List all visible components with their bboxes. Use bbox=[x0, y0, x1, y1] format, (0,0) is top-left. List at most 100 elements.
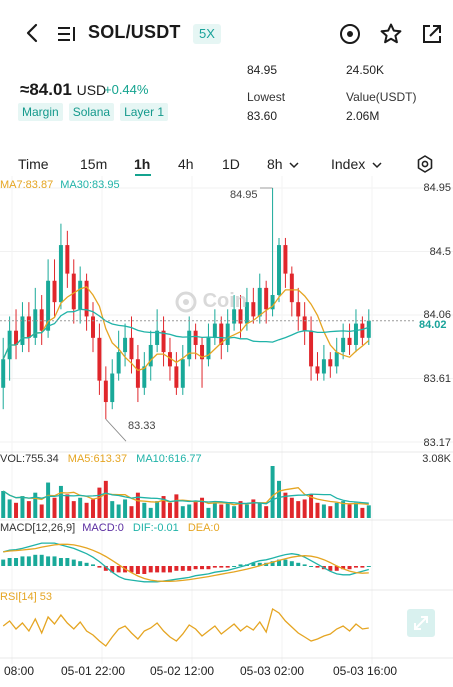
expand-icon bbox=[414, 616, 428, 630]
volume-bar bbox=[58, 485, 63, 518]
volume-bar bbox=[174, 494, 179, 518]
macd-bar bbox=[148, 566, 153, 573]
tab-1d[interactable]: 1D bbox=[222, 156, 240, 172]
leverage-badge: 5X bbox=[193, 24, 221, 44]
volume-bar bbox=[123, 499, 128, 518]
candle-body bbox=[116, 352, 121, 374]
tag-list: Margin Solana Layer 1 bbox=[18, 103, 169, 121]
volume-bar bbox=[14, 502, 19, 518]
candle-body bbox=[321, 359, 326, 374]
target-icon[interactable] bbox=[338, 22, 362, 46]
macd-legend: MACD[12,26,9] MACD:0 DIF:-0.01 DEA:0 bbox=[0, 522, 220, 534]
tag-solana[interactable]: Solana bbox=[68, 103, 115, 121]
share-icon[interactable] bbox=[420, 22, 444, 46]
candle-body bbox=[39, 309, 44, 331]
macd-bar bbox=[65, 558, 70, 566]
volume-bar bbox=[212, 502, 217, 518]
back-icon[interactable] bbox=[22, 22, 44, 44]
tab-8h[interactable]: 8h bbox=[267, 156, 299, 172]
macd-bar bbox=[167, 566, 172, 573]
candle-body bbox=[264, 287, 269, 310]
candle-body bbox=[360, 323, 365, 338]
macd-params: MACD[12,26,9] bbox=[0, 522, 76, 534]
list-icon[interactable] bbox=[57, 24, 79, 44]
macd-bar bbox=[200, 566, 205, 570]
macd-bar bbox=[174, 566, 179, 571]
candle-body bbox=[212, 323, 217, 338]
usd-price-value: ≈84.01 bbox=[20, 80, 72, 99]
volume-bar bbox=[302, 499, 307, 518]
candle-body bbox=[341, 337, 346, 353]
tab-8h-label: 8h bbox=[267, 156, 283, 172]
axis-price-4: 83.61 bbox=[423, 373, 451, 385]
macd-bar bbox=[78, 561, 83, 566]
volume-bar bbox=[78, 497, 83, 518]
tab-index[interactable]: Index bbox=[331, 156, 382, 172]
ma7-legend: MA7:83.87 bbox=[0, 179, 54, 191]
macd-bar bbox=[360, 566, 365, 568]
ma-legend: MA7:83.87 MA30:83.95 bbox=[0, 179, 120, 191]
tab-time[interactable]: Time bbox=[18, 156, 49, 172]
x-label-3: 05-02 12:00 bbox=[150, 664, 215, 678]
macd-bar bbox=[219, 566, 224, 568]
kline-chart[interactable] bbox=[0, 176, 453, 664]
candle-body bbox=[302, 316, 307, 331]
candle-body bbox=[296, 302, 301, 317]
volume-bar bbox=[347, 504, 352, 518]
x-label-5: 05-03 16:00 bbox=[333, 664, 398, 678]
candle-body bbox=[135, 359, 140, 388]
candle-body bbox=[283, 245, 288, 274]
macd-bar bbox=[315, 566, 320, 568]
high-value: 84.95 bbox=[247, 63, 278, 77]
candle-body bbox=[148, 344, 153, 367]
tab-1h[interactable]: 1h bbox=[134, 156, 150, 172]
macd-bar bbox=[225, 566, 230, 568]
candle-body bbox=[91, 316, 95, 338]
volume-bar bbox=[296, 501, 301, 518]
ma30-line bbox=[2, 308, 370, 360]
volume-bar bbox=[366, 505, 371, 518]
candle-body bbox=[26, 316, 31, 338]
volume-bar bbox=[206, 507, 211, 518]
axis-vol-max: 3.08K bbox=[422, 453, 451, 465]
tag-margin[interactable]: Margin bbox=[18, 103, 63, 121]
pair-title[interactable]: SOL/USDT bbox=[88, 22, 181, 43]
dea-value: DEA:0 bbox=[187, 522, 220, 534]
ma30-legend: MA30:83.95 bbox=[60, 179, 120, 191]
volume-bar bbox=[289, 497, 294, 518]
volume-bar bbox=[180, 506, 185, 518]
tab-15m[interactable]: 15m bbox=[80, 156, 107, 172]
lowest-value: 83.60 bbox=[247, 109, 278, 123]
macd-bar bbox=[33, 554, 38, 566]
candle-body bbox=[353, 323, 358, 345]
chevron-down-icon bbox=[289, 162, 299, 169]
tab-4h[interactable]: 4h bbox=[178, 156, 194, 172]
macd-bar bbox=[353, 566, 358, 568]
volume-bar bbox=[270, 466, 275, 518]
x-label-2: 05-01 22:00 bbox=[61, 664, 126, 678]
value-usdt-label: Value(USDT) bbox=[346, 90, 417, 104]
candle-body bbox=[225, 323, 230, 345]
macd-value: MACD:0 bbox=[82, 522, 124, 534]
star-icon[interactable] bbox=[379, 22, 403, 46]
axis-price-2: 84.5 bbox=[429, 246, 451, 258]
macd-bar bbox=[7, 558, 12, 566]
candle-body bbox=[251, 302, 256, 317]
watermark-text: Coin bbox=[202, 290, 247, 312]
candle-body bbox=[347, 337, 352, 345]
candle-body bbox=[1, 359, 6, 388]
expand-button[interactable] bbox=[407, 609, 435, 637]
settings-icon[interactable] bbox=[416, 155, 434, 173]
volume-bar bbox=[187, 504, 192, 518]
macd-bar bbox=[366, 566, 371, 567]
volume-bar bbox=[20, 496, 25, 518]
dif-line bbox=[3, 542, 369, 583]
tag-layer1[interactable]: Layer 1 bbox=[120, 103, 169, 121]
lowest-label: Lowest bbox=[247, 90, 286, 104]
volume-bar bbox=[84, 502, 89, 518]
volume-bar bbox=[7, 499, 12, 518]
candle-body bbox=[180, 359, 185, 388]
candle-body bbox=[334, 352, 339, 367]
macd-bar bbox=[283, 559, 288, 566]
volume-bar bbox=[135, 492, 140, 518]
